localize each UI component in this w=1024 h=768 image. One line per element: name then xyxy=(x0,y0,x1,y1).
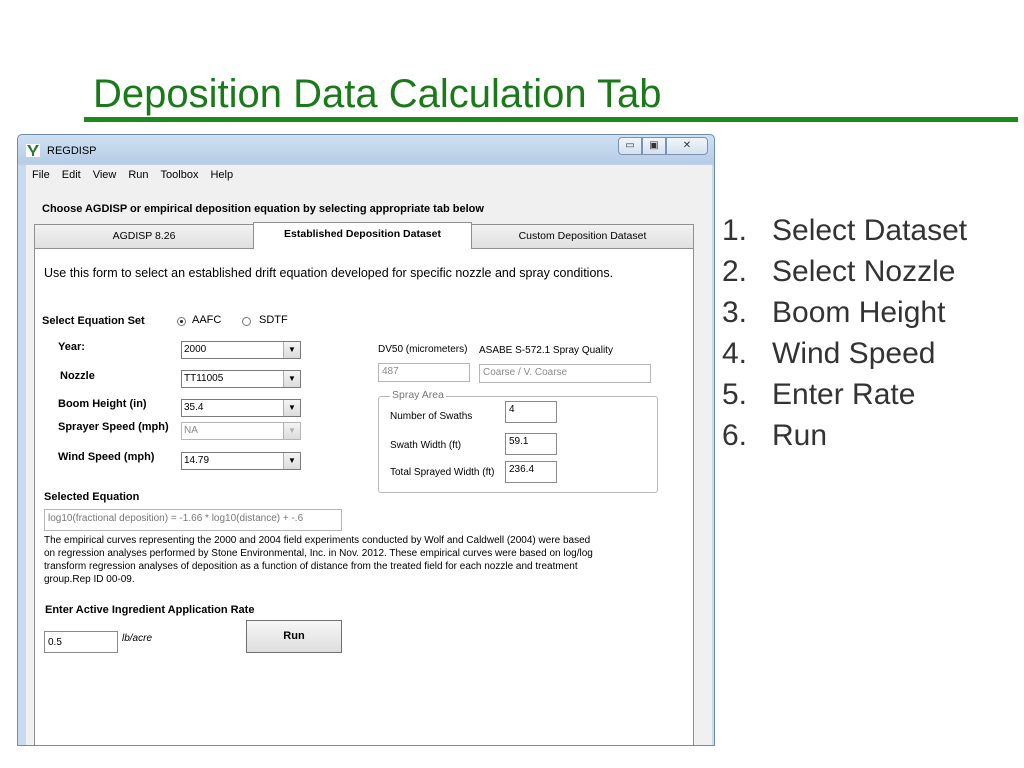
nozzle-value: TT11005 xyxy=(184,373,224,384)
minimize-button[interactable]: ▭ xyxy=(618,137,642,155)
app-logo-icon xyxy=(26,144,40,157)
step-number: 1. xyxy=(722,214,748,247)
step-item: 5. Enter Rate xyxy=(722,374,967,415)
total-width-input[interactable]: 236.4 xyxy=(505,461,557,483)
selected-equation-label: Selected Equation xyxy=(44,491,140,503)
step-item: 4. Wind Speed xyxy=(722,333,967,374)
sprayer-speed-label: Sprayer Speed (mph) xyxy=(58,421,169,433)
step-text: Boom Height xyxy=(772,296,946,329)
spray-area-title: Spray Area xyxy=(390,389,446,401)
total-width-label: Total Sprayed Width (ft) xyxy=(390,467,495,478)
regdisp-window: REGDISP ▭ ▣ ✕ File Edit View Run Toolbox… xyxy=(17,134,715,746)
tab-established-deposition-dataset[interactable]: Established Deposition Dataset xyxy=(253,222,472,249)
description-line: on regression analyses performed by Ston… xyxy=(44,548,593,559)
established-dataset-panel: Use this form to select an established d… xyxy=(34,248,694,745)
equation-set-label: Select Equation Set xyxy=(42,315,145,327)
swath-width-input[interactable]: 59.1 xyxy=(505,433,557,455)
step-item: 6. Run xyxy=(722,415,967,456)
run-button[interactable]: Run xyxy=(246,620,342,653)
tab-strip: AGDISP 8.26 Established Deposition Datas… xyxy=(34,222,694,249)
description-line: The empirical curves representing the 20… xyxy=(44,535,591,546)
tab-custom-deposition-dataset[interactable]: Custom Deposition Dataset xyxy=(471,224,694,248)
step-number: 6. xyxy=(722,419,748,452)
radio-sdtf-label[interactable]: SDTF xyxy=(259,314,288,326)
maximize-button[interactable]: ▣ xyxy=(642,137,666,155)
equation-description: The empirical curves representing the 20… xyxy=(44,534,644,586)
step-number: 4. xyxy=(722,337,748,370)
year-label: Year: xyxy=(58,341,85,353)
step-text: Select Nozzle xyxy=(772,255,956,288)
radio-aafc-label[interactable]: AAFC xyxy=(192,314,221,326)
spray-quality-field: Coarse / V. Coarse xyxy=(479,364,651,383)
selected-equation-field: log10(fractional deposition) = -1.66 * l… xyxy=(44,509,342,531)
swaths-input[interactable]: 4 xyxy=(505,401,557,423)
menu-bar: File Edit View Run Toolbox Help xyxy=(26,165,712,185)
description-line: transform regression analyses of deposit… xyxy=(44,561,578,572)
step-number: 2. xyxy=(722,255,748,288)
choose-equation-label: Choose AGDISP or empirical deposition eq… xyxy=(42,203,484,215)
rate-unit: lb/acre xyxy=(122,633,153,644)
slide-title: Deposition Data Calculation Tab xyxy=(93,72,662,116)
boom-height-label: Boom Height (in) xyxy=(58,398,147,410)
chevron-down-icon[interactable]: ▼ xyxy=(283,342,300,358)
wind-speed-label: Wind Speed (mph) xyxy=(58,451,155,463)
steps-list: 1. Select Dataset 2. Select Nozzle 3. Boom … xyxy=(722,210,967,456)
window-titlebar[interactable]: REGDISP ▭ ▣ ✕ xyxy=(18,135,714,165)
nozzle-label: Nozzle xyxy=(60,370,95,382)
close-button[interactable]: ✕ xyxy=(666,137,708,155)
rate-input[interactable]: 0.5 xyxy=(44,631,118,653)
step-text: Enter Rate xyxy=(772,378,916,411)
step-number: 5. xyxy=(722,378,748,411)
chevron-down-icon[interactable]: ▼ xyxy=(283,400,300,416)
step-text: Select Dataset xyxy=(772,214,968,247)
title-underline xyxy=(84,117,1018,122)
chevron-down-icon: ▼ xyxy=(283,423,300,439)
menu-view[interactable]: View xyxy=(93,169,117,181)
step-item: 3. Boom Height xyxy=(722,292,967,333)
swaths-label: Number of Swaths xyxy=(390,411,473,422)
wind-speed-select[interactable]: 14.79 ▼ xyxy=(181,452,301,470)
boom-height-value: 35.4 xyxy=(184,402,204,413)
form-intro-text: Use this form to select an established d… xyxy=(44,266,614,280)
year-select[interactable]: 2000 ▼ xyxy=(181,341,301,359)
description-line: group.Rep ID 00-09. xyxy=(44,574,135,585)
step-text: Run xyxy=(772,419,828,452)
boom-height-select[interactable]: 35.4 ▼ xyxy=(181,399,301,417)
menu-help[interactable]: Help xyxy=(210,169,233,181)
step-item: 1. Select Dataset xyxy=(722,210,967,251)
nozzle-select[interactable]: TT11005 ▼ xyxy=(181,370,301,388)
swath-width-label: Swath Width (ft) xyxy=(390,440,462,451)
window-client-area: Choose AGDISP or empirical deposition eq… xyxy=(26,185,712,745)
menu-run[interactable]: Run xyxy=(128,169,148,181)
sprayer-speed-value: NA xyxy=(184,425,198,436)
wind-speed-value: 14.79 xyxy=(184,455,210,466)
window-controls: ▭ ▣ ✕ xyxy=(618,137,708,155)
tab-agdisp[interactable]: AGDISP 8.26 xyxy=(34,224,254,248)
menu-file[interactable]: File xyxy=(32,169,50,181)
step-item: 2. Select Nozzle xyxy=(722,251,967,292)
radio-aafc[interactable] xyxy=(177,317,186,326)
window-title: REGDISP xyxy=(47,145,97,157)
year-value: 2000 xyxy=(184,344,207,355)
chevron-down-icon[interactable]: ▼ xyxy=(283,371,300,387)
rate-label: Enter Active Ingredient Application Rate xyxy=(45,604,255,616)
sprayer-speed-select: NA ▼ xyxy=(181,422,301,440)
dv50-label: DV50 (micrometers) xyxy=(378,344,468,355)
dv50-field: 487 xyxy=(378,363,470,382)
menu-edit[interactable]: Edit xyxy=(62,169,81,181)
radio-sdtf[interactable] xyxy=(242,317,251,326)
chevron-down-icon[interactable]: ▼ xyxy=(283,453,300,469)
step-number: 3. xyxy=(722,296,748,329)
step-text: Wind Speed xyxy=(772,337,936,370)
spray-quality-label: ASABE S-572.1 Spray Quality xyxy=(479,345,613,356)
menu-toolbox[interactable]: Toolbox xyxy=(161,169,199,181)
